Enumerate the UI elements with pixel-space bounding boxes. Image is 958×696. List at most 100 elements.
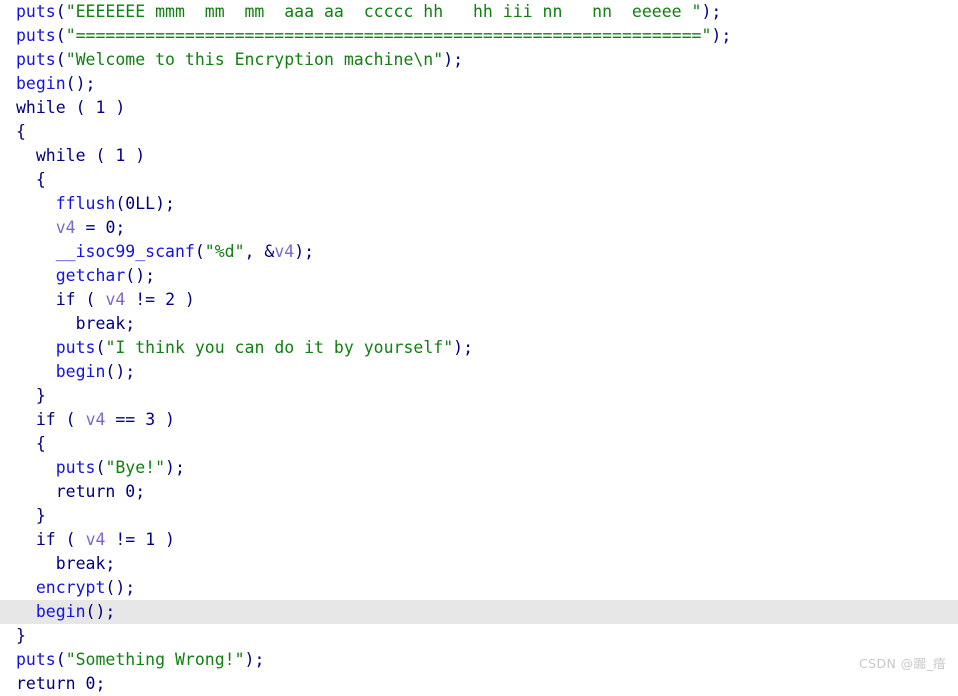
code-token-fn[interactable]: puts xyxy=(16,26,56,45)
code-token-fn[interactable]: begin xyxy=(56,362,106,381)
code-token-var[interactable]: v4 xyxy=(56,218,76,237)
code-line[interactable]: { xyxy=(0,120,958,144)
code-token-fn[interactable]: puts xyxy=(16,50,56,69)
code-token-var[interactable]: v4 xyxy=(274,242,294,261)
code-line[interactable]: break; xyxy=(0,312,958,336)
code-line[interactable]: { xyxy=(0,432,958,456)
code-token-fn[interactable]: begin xyxy=(36,602,86,621)
code-token-str: "Bye!" xyxy=(105,458,166,477)
code-token-fn[interactable]: puts xyxy=(56,338,96,357)
code-token-var[interactable]: v4 xyxy=(86,410,106,429)
code-token-fn[interactable]: puts xyxy=(16,2,56,21)
code-token-kw: break xyxy=(75,314,126,333)
code-token-kw: if xyxy=(35,410,56,429)
code-token-str: "Welcome to this Encryption machine\n" xyxy=(65,50,444,69)
code-token-plain: ( xyxy=(55,410,86,429)
code-token-fn[interactable]: begin xyxy=(16,74,66,93)
code-line[interactable]: encrypt(); xyxy=(0,576,958,600)
code-token-punct: ( xyxy=(95,338,106,357)
code-line[interactable]: puts("Bye!"); xyxy=(0,456,958,480)
code-line[interactable]: } xyxy=(0,504,958,528)
code-token-fn[interactable]: getchar xyxy=(56,266,126,285)
code-token-punct: () xyxy=(125,266,146,285)
code-token-kw: while xyxy=(35,146,86,165)
code-token-num: 0 xyxy=(85,674,96,693)
code-line[interactable]: puts("Welcome to this Encryption machine… xyxy=(0,48,958,72)
code-token-punct: { xyxy=(35,170,46,189)
code-line[interactable]: puts("Something Wrong!"); xyxy=(0,648,958,672)
code-token-num: 1 xyxy=(115,146,126,165)
code-token-kw: if xyxy=(55,290,76,309)
code-token-kw: if xyxy=(35,530,56,549)
code-line[interactable]: return 0; xyxy=(0,480,958,504)
code-line[interactable]: break; xyxy=(0,552,958,576)
code-token-var[interactable]: v4 xyxy=(86,530,106,549)
code-token-punct: ( xyxy=(55,50,66,69)
code-line[interactable]: puts("==================================… xyxy=(0,24,958,48)
code-token-plain: ; xyxy=(125,578,136,597)
code-token-plain: = xyxy=(75,218,106,237)
pseudocode-editor-pane[interactable]: puts("EEEEEEE mmm mm mm aaa aa ccccc hh … xyxy=(0,0,958,693)
code-line[interactable]: return 0; xyxy=(0,672,958,696)
code-token-plain: ; xyxy=(85,74,96,93)
code-line-list[interactable]: puts("EEEEEEE mmm mm mm aaa aa ccccc hh … xyxy=(0,0,958,696)
code-token-punct: ) xyxy=(443,50,454,69)
code-token-plain: ; xyxy=(174,458,185,477)
code-line[interactable]: puts("I think you can do it by yourself"… xyxy=(0,336,958,360)
code-line[interactable]: if ( v4 == 3 ) xyxy=(0,408,958,432)
code-token-plain: ; xyxy=(135,482,146,501)
code-token-plain: == xyxy=(105,410,146,429)
code-line[interactable]: } xyxy=(0,384,958,408)
code-token-fn[interactable]: puts xyxy=(16,650,56,669)
code-line[interactable]: begin(); xyxy=(0,72,958,96)
code-token-kw: return xyxy=(16,674,76,693)
code-line[interactable]: { xyxy=(0,168,958,192)
code-token-plain: ) xyxy=(125,146,146,165)
code-line[interactable]: __isoc99_scanf("%d", &v4); xyxy=(0,240,958,264)
code-token-plain: ( xyxy=(75,290,106,309)
code-token-plain: ; xyxy=(125,314,136,333)
code-token-plain: ; xyxy=(304,242,315,261)
code-token-punct: ) xyxy=(711,26,722,45)
code-token-plain: ; xyxy=(721,26,732,45)
code-token-punct: () xyxy=(105,578,126,597)
code-token-var[interactable]: v4 xyxy=(105,290,125,309)
code-line[interactable]: fflush(0LL); xyxy=(0,192,958,216)
code-token-fn[interactable]: __isoc99_scanf xyxy=(56,242,195,261)
code-token-plain: ; xyxy=(95,674,106,693)
code-line[interactable]: } xyxy=(0,624,958,648)
code-line[interactable]: getchar(); xyxy=(0,264,958,288)
code-line[interactable]: puts("EEEEEEE mmm mm mm aaa aa ccccc hh … xyxy=(0,0,958,24)
code-token-kw: while xyxy=(16,98,66,117)
code-token-fn[interactable]: encrypt xyxy=(36,578,106,597)
code-token-kw: break xyxy=(55,554,106,573)
code-line[interactable]: while ( 1 ) xyxy=(0,144,958,168)
code-line[interactable]: while ( 1 ) xyxy=(0,96,958,120)
code-line[interactable]: begin(); xyxy=(0,600,958,624)
code-token-punct: ) xyxy=(244,650,255,669)
code-token-plain: ; xyxy=(453,50,464,69)
code-line[interactable]: v4 = 0; xyxy=(0,216,958,240)
code-token-fn[interactable]: fflush xyxy=(56,194,116,213)
code-line[interactable]: begin(); xyxy=(0,360,958,384)
code-token-str: "=======================================… xyxy=(65,26,712,45)
code-token-plain: ; xyxy=(711,2,722,21)
code-token-plain: ( xyxy=(65,98,96,117)
code-token-punct: ( xyxy=(55,26,66,45)
code-token-punct: () xyxy=(85,602,106,621)
code-token-fn[interactable]: puts xyxy=(56,458,96,477)
code-token-num: 0LL xyxy=(125,194,156,213)
code-token-punct: ) xyxy=(701,2,712,21)
code-line[interactable]: if ( v4 != 2 ) xyxy=(0,288,958,312)
code-line[interactable]: if ( v4 != 1 ) xyxy=(0,528,958,552)
code-token-num: 1 xyxy=(145,530,156,549)
